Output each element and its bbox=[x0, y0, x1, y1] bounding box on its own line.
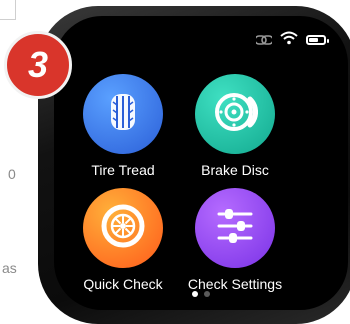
app-quick-check-circle[interactable] bbox=[83, 188, 163, 268]
wheel-icon bbox=[100, 203, 146, 253]
app-tire-tread-circle[interactable] bbox=[83, 74, 163, 154]
background-page-box bbox=[0, 0, 16, 20]
sliders-icon bbox=[213, 206, 257, 250]
link-icon bbox=[254, 30, 274, 49]
device-screen: Tire Tread Brake Disc Quick Check Check … bbox=[54, 16, 348, 310]
app-label: Brake Disc bbox=[201, 162, 269, 178]
app-label: Quick Check bbox=[83, 276, 163, 292]
app-brake-disc[interactable]: Brake Disc bbox=[175, 74, 295, 178]
step-badge: 3 bbox=[4, 31, 72, 99]
brake-disc-icon bbox=[212, 89, 258, 139]
page-indicator bbox=[54, 291, 348, 297]
page-dot-active[interactable] bbox=[192, 291, 198, 297]
tire-tread-icon bbox=[101, 90, 145, 138]
page-dot[interactable] bbox=[204, 291, 210, 297]
app-check-settings-circle[interactable] bbox=[195, 188, 275, 268]
background-text-fragment: 0 bbox=[8, 166, 16, 182]
app-check-settings[interactable]: Check Settings bbox=[175, 188, 295, 292]
background-text-fragment: as bbox=[2, 260, 17, 276]
app-quick-check[interactable]: Quick Check bbox=[63, 188, 183, 292]
app-label: Tire Tread bbox=[91, 162, 155, 178]
wifi-icon bbox=[280, 30, 298, 49]
battery-icon bbox=[306, 34, 329, 45]
app-tire-tread[interactable]: Tire Tread bbox=[63, 74, 183, 178]
app-brake-disc-circle[interactable] bbox=[195, 74, 275, 154]
status-bar bbox=[254, 30, 329, 49]
app-label: Check Settings bbox=[187, 276, 283, 292]
